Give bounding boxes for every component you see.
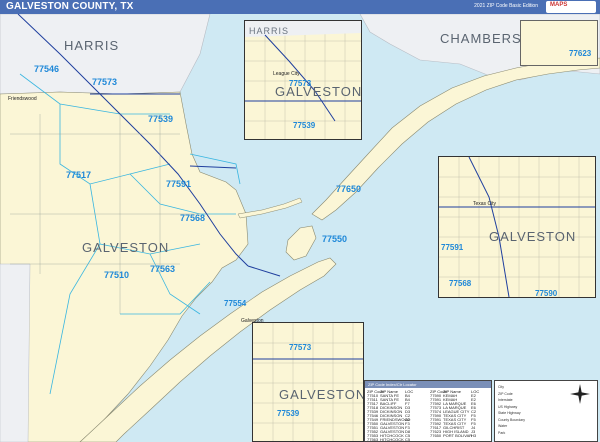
brazoria-county-land — [0, 263, 31, 442]
compass-icon — [570, 384, 590, 404]
map-key-item: ZIP Code — [498, 391, 513, 396]
inset-right-zip-77590: 77590 — [535, 289, 558, 298]
inset-bottom-zip-77573: 77573 — [289, 343, 312, 352]
map-key-item: Park — [498, 430, 506, 435]
map-edition: 2021 ZIP Code Basic Edition — [474, 3, 538, 9]
inset-bottom-zip-77539: 77539 — [277, 409, 300, 418]
inset-top-county-harris: HARRIS — [249, 26, 290, 36]
inset-bottom-county: GALVESTON — [279, 387, 364, 402]
map-page: GALVESTON COUNTY, TX 2021 ZIP Code Basic… — [0, 0, 600, 442]
inset-right-zip-77591: 77591 — [441, 243, 464, 252]
label-county-galveston: GALVESTON — [82, 240, 170, 255]
zip-index-cell: 77650 — [430, 433, 442, 438]
label-zip-77554: 77554 — [224, 299, 247, 308]
zip-index-cell: PORT BOLIVAR — [443, 433, 473, 438]
zip-index-cell: H3 — [471, 433, 477, 438]
label-zip-77510: 77510 — [104, 270, 130, 280]
label-zip-77563: 77563 — [150, 264, 176, 274]
label-zip-77539: 77539 — [148, 114, 174, 124]
zip-index-title: ZIP Code Index/Ctr Locator — [365, 381, 491, 388]
inset-map-bottom[interactable]: GALVESTON 77573 77539 — [252, 322, 364, 442]
map-key-item: Water — [498, 424, 508, 428]
map-key-item: City — [498, 385, 505, 389]
inset-right-zip-77568: 77568 — [449, 279, 472, 288]
inset-bottom-canvas — [253, 323, 363, 441]
inset-top-city: League City — [273, 71, 300, 77]
label-zip-77546: 77546 — [34, 64, 60, 74]
label-zip-77591: 77591 — [166, 179, 192, 189]
inset-right-city: Texas City — [473, 201, 497, 207]
map-key: City ZIP Code Interstate US Highway State Hi… — [494, 380, 598, 442]
map-key-item: US Highway — [498, 404, 518, 409]
zip-index-cell: C5 — [405, 437, 411, 442]
map-key-item: Interstate — [498, 398, 513, 402]
inset-top-right-zip-77623: 77623 — [569, 49, 592, 58]
inset-map-top-right[interactable]: 77623 — [520, 20, 598, 66]
map-key-item: County Boundary — [498, 417, 526, 422]
brand-logo: MAPS — [546, 1, 596, 13]
inset-map-right[interactable]: GALVESTON 77591 77568 77590 Texas City — [438, 156, 596, 298]
main-map[interactable]: HARRIS CHAMBERS GALVESTON 77546 77573 77… — [0, 14, 600, 442]
label-city-friendswood: Friendswood — [8, 96, 37, 102]
label-zip-77650: 77650 — [336, 184, 362, 194]
map-key-item: State Highway — [498, 411, 521, 415]
label-county-harris: HARRIS — [64, 38, 120, 53]
inset-right-canvas — [439, 157, 595, 297]
label-zip-77550: 77550 — [322, 234, 348, 244]
map-title: GALVESTON COUNTY, TX — [6, 1, 134, 12]
label-county-chambers: CHAMBERS — [440, 31, 522, 46]
inset-top-zip-77573: 77573 — [289, 79, 312, 88]
label-zip-77573: 77573 — [92, 77, 118, 87]
zip-index-cell: 77563 — [367, 437, 379, 442]
label-zip-77568: 77568 — [180, 213, 206, 223]
brand-logo-text: MAPS — [550, 2, 568, 8]
zip-index-table: ZIP Code Index/Ctr Locator ZIP Code ZIP N… — [364, 380, 492, 442]
inset-map-top[interactable]: HARRIS GALVESTON 77573 77539 League City — [244, 20, 362, 140]
label-zip-77517: 77517 — [66, 170, 92, 180]
title-bar: GALVESTON COUNTY, TX 2021 ZIP Code Basic… — [0, 0, 600, 14]
inset-right-county: GALVESTON — [489, 229, 577, 244]
zip-index-cell: HITCHCOCK — [380, 437, 404, 442]
inset-top-zip-77539: 77539 — [293, 121, 316, 130]
